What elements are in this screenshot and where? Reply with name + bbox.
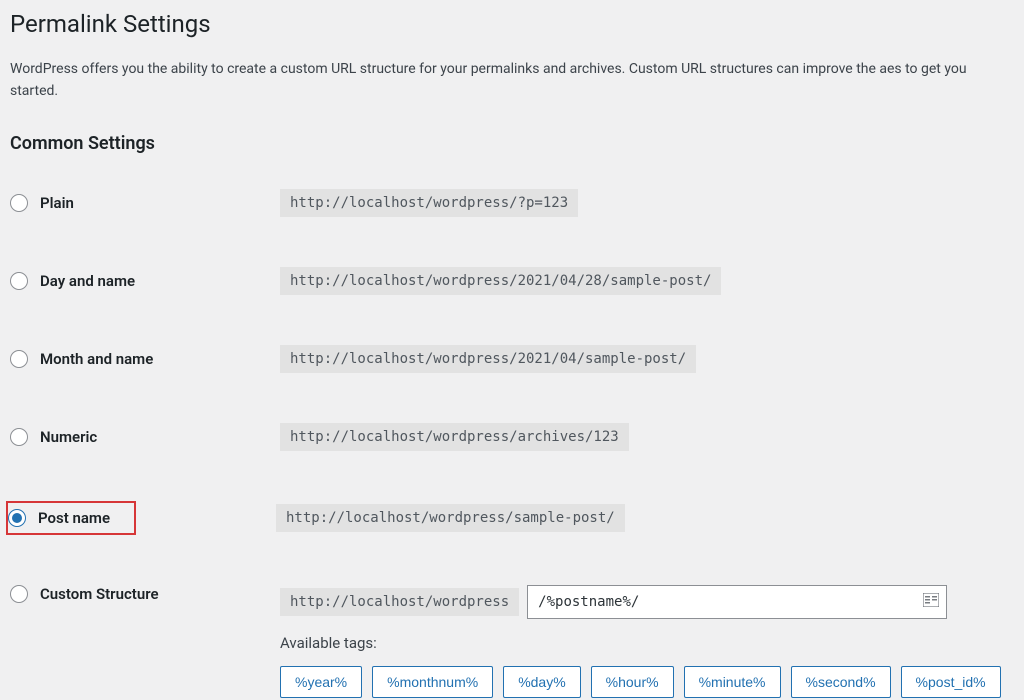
tags-row: %year% %monthnum% %day% %hour% %minute% …	[280, 666, 1014, 698]
tag-day[interactable]: %day%	[503, 666, 580, 698]
radio-post-name[interactable]	[8, 509, 26, 527]
tag-minute[interactable]: %minute%	[684, 666, 781, 698]
page-title: Permalink Settings	[10, 10, 1014, 38]
label-plain: Plain	[40, 194, 74, 212]
tag-year[interactable]: %year%	[280, 666, 362, 698]
option-custom-structure: Custom Structure http://localhost/wordpr…	[10, 585, 1014, 619]
tag-monthnum[interactable]: %monthnum%	[372, 666, 493, 698]
radio-numeric[interactable]	[10, 428, 28, 446]
url-numeric: http://localhost/wordpress/archives/123	[280, 423, 629, 451]
label-post-name: Post name	[38, 509, 110, 527]
url-post-name: http://localhost/wordpress/sample-post/	[276, 504, 625, 532]
option-post-name: Post name http://localhost/wordpress/sam…	[10, 501, 1014, 535]
common-settings-heading: Common Settings	[10, 133, 1014, 154]
url-month-name: http://localhost/wordpress/2021/04/sampl…	[280, 345, 696, 373]
label-day-name: Day and name	[40, 272, 135, 290]
url-day-name: http://localhost/wordpress/2021/04/28/sa…	[280, 267, 721, 295]
radio-day-name[interactable]	[10, 272, 28, 290]
tag-second[interactable]: %second%	[791, 666, 891, 698]
radio-custom[interactable]	[10, 585, 28, 603]
tag-post-id[interactable]: %post_id%	[901, 666, 1001, 698]
label-month-name: Month and name	[40, 350, 153, 368]
tag-hour[interactable]: %hour%	[591, 666, 674, 698]
available-tags-section: Available tags: %year% %monthnum% %day% …	[280, 634, 1014, 698]
radio-plain[interactable]	[10, 194, 28, 212]
option-month-name: Month and name http://localhost/wordpres…	[10, 345, 1014, 373]
radio-month-name[interactable]	[10, 350, 28, 368]
available-tags-label: Available tags:	[280, 634, 1014, 652]
custom-url-prefix: http://localhost/wordpress	[280, 588, 519, 616]
label-numeric: Numeric	[40, 428, 97, 446]
option-numeric: Numeric http://localhost/wordpress/archi…	[10, 423, 1014, 451]
form-fill-icon	[923, 593, 939, 611]
url-plain: http://localhost/wordpress/?p=123	[280, 189, 578, 217]
custom-structure-input[interactable]	[527, 585, 947, 619]
label-custom: Custom Structure	[40, 585, 159, 603]
option-day-name: Day and name http://localhost/wordpress/…	[10, 267, 1014, 295]
option-plain: Plain http://localhost/wordpress/?p=123	[10, 189, 1014, 217]
page-description: WordPress offers you the ability to crea…	[10, 58, 1014, 103]
